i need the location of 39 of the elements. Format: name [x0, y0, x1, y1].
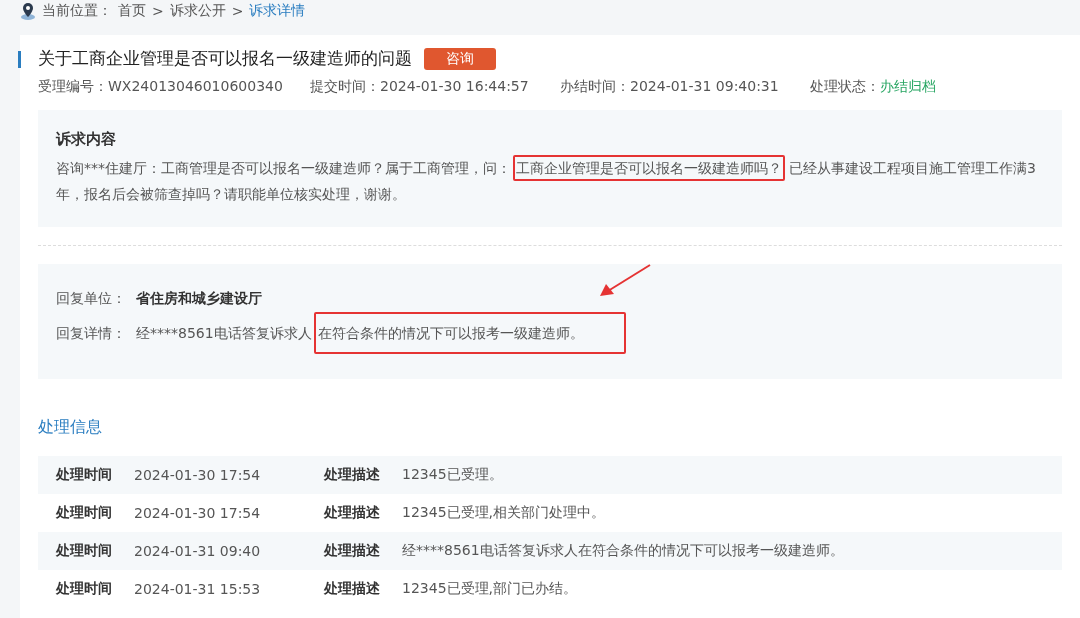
time-cell-text: 2024-01-31 15:53: [134, 581, 262, 597]
highlighted-text: 工商企业管理是否可以报名一级建造师吗？: [513, 155, 785, 181]
title-accent-bar: [18, 51, 21, 68]
category-tag: 咨询: [424, 47, 496, 70]
time-cell-text: 2024-01-30 17:54: [134, 467, 262, 483]
reply-detail-text: 经****8561电话答复诉求人 在符合条件的情况下可以报考一级建造师。: [136, 312, 630, 354]
request-heading: 诉求内容: [56, 130, 117, 149]
meta-info: 提交时间：2024-01-30 16:44:57: [310, 78, 530, 96]
meta-info: 办结时间：2024-01-31 09:40:31: [560, 78, 780, 96]
breadcrumb-link[interactable]: 首页: [118, 2, 146, 20]
time-label: 处理时间: [56, 580, 113, 598]
reply-unit-label: 回复单位：: [56, 289, 127, 308]
breadcrumb-label: 当前位置：: [42, 2, 112, 20]
reply-unit: 省住房和城乡建设厅: [136, 289, 262, 308]
page-title: 关于工商企业管理是否可以报名一级建造师的问题: [38, 47, 412, 70]
description-cell-text: 12345已受理,相关部门处理中。: [402, 504, 606, 522]
breadcrumb-link[interactable]: 诉求详情: [249, 2, 306, 20]
description-label: 处理描述: [324, 542, 381, 560]
description-cell-text: 12345已受理。: [402, 466, 504, 484]
breadcrumb-link[interactable]: 诉求公开: [169, 2, 226, 20]
description-cell-text: 经****8561电话答复诉求人在符合条件的情况下可以报考一级建造师。: [402, 542, 845, 560]
breadcrumb-separator: >: [152, 3, 164, 19]
highlighted-text: 在符合条件的情况下可以报考一级建造师。: [313, 312, 626, 354]
description-cell-text: 12345已受理,部门已办结。: [402, 580, 578, 598]
time-label: 处理时间: [56, 466, 113, 484]
time-cell-text: 2024-01-30 17:54: [134, 505, 262, 521]
time-label: 处理时间: [56, 504, 113, 522]
description-label: 处理描述: [324, 504, 381, 522]
location-pin-icon: [20, 2, 36, 20]
meta-info: 处理状态：办结归档: [810, 78, 937, 96]
description-label: 处理描述: [324, 466, 381, 484]
meta-info: 受理编号：WX24013046010600340: [38, 78, 284, 96]
breadcrumb-separator: >: [231, 3, 244, 19]
request-text: 咨询***住建厅：工商管理是否可以报名一级建造师？属于工商管理，问： 工商企业管理是否可以报名一级建造师吗？ 已经从事建设工程项目施工管理工作满3年，报名后会被筛查掉吗？请职能单位核实处理，谢谢。: [56, 155, 1046, 207]
time-label: 处理时间: [56, 542, 113, 560]
process-heading: 处理信息: [38, 417, 103, 438]
time-cell-text: 2024-01-31 09:40: [134, 543, 262, 559]
reply-detail-label: 回复详情：: [56, 324, 127, 343]
description-label: 处理描述: [324, 580, 381, 598]
